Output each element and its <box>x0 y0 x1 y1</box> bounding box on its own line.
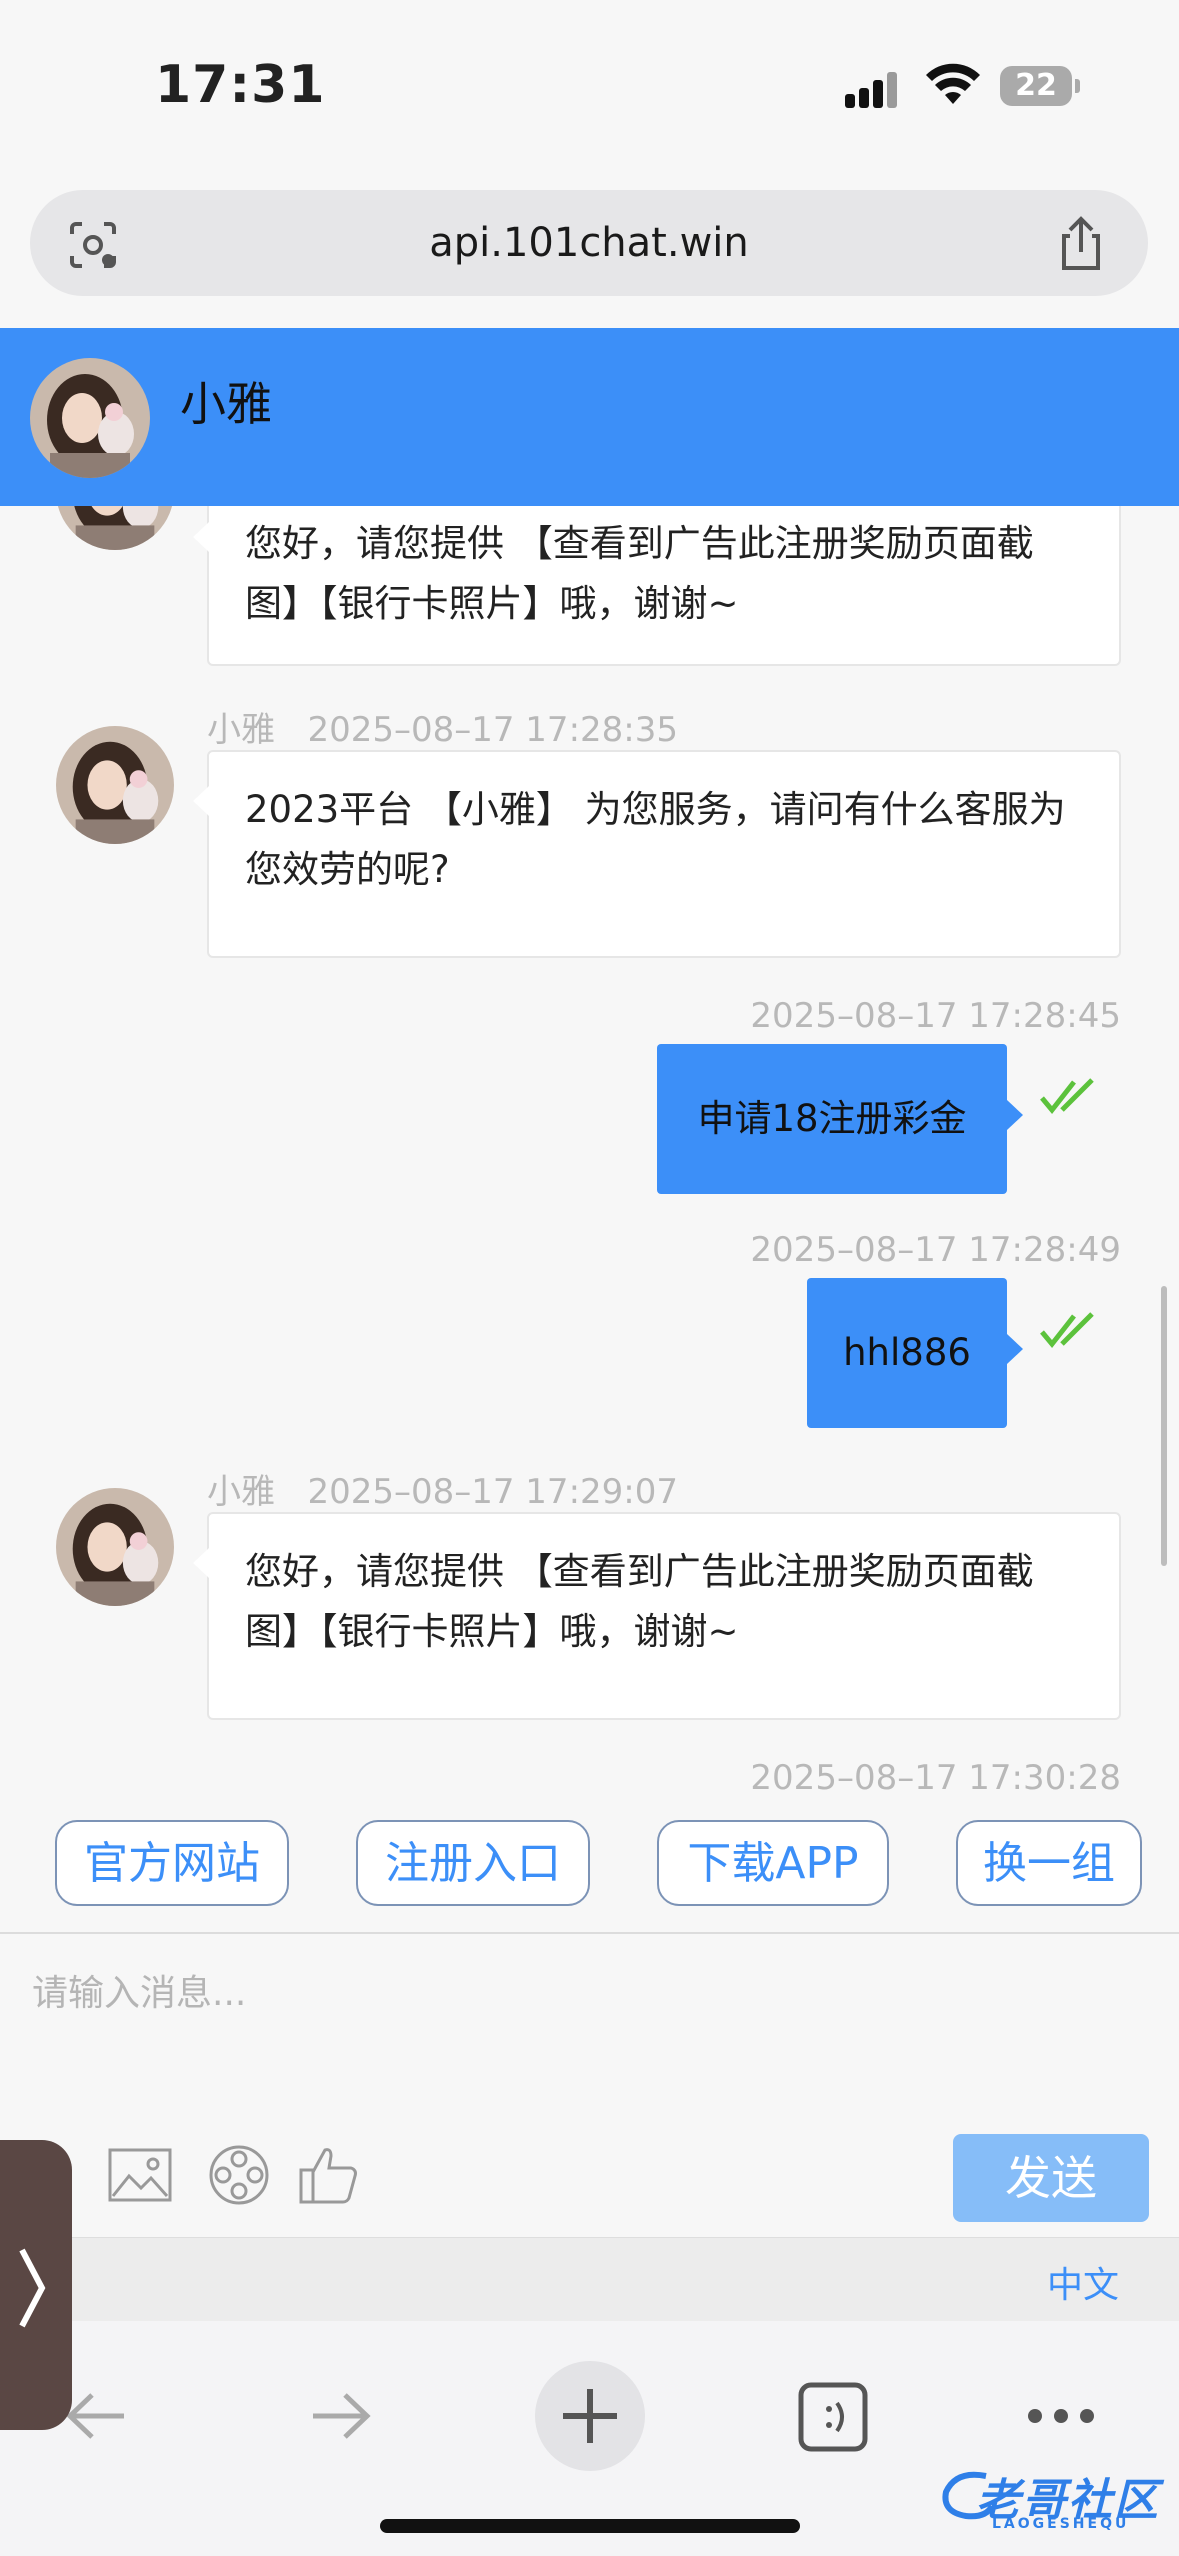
message-time: 2025–08–17 17:28:35 <box>307 710 679 750</box>
message-time: 2025–08–17 17:29:07 <box>307 1472 679 1512</box>
browser-url-bar[interactable]: api.101chat.win <box>30 190 1148 296</box>
read-check-icon <box>1040 1312 1094 1348</box>
new-tab-button[interactable] <box>535 2361 645 2471</box>
message-meta: 小雅 2025–08–17 17:29:07 <box>207 1464 678 1513</box>
message-text: 申请18注册彩金 <box>697 1097 967 1140</box>
back-icon[interactable] <box>62 2381 132 2451</box>
message-time: 2025–08–17 17:30:28 <box>750 1758 1121 1798</box>
chat-scrollbar[interactable] <box>1161 1286 1167 1566</box>
watermark-logo: 老哥社区 LAOGESHEQU <box>936 2456 1166 2536</box>
composer: 发送 <box>0 1932 1179 2239</box>
sender-name: 小雅 <box>207 710 275 750</box>
read-check-icon <box>1040 1078 1094 1114</box>
tabs-icon[interactable] <box>797 2381 869 2453</box>
message-bubble: 您好，请您提供 【查看到广告此注册奖励页面截图】【银行卡照片】哦，谢谢~ <box>193 506 1121 666</box>
message-bubble: 您好，请您提供 【查看到广告此注册奖励页面截图】【银行卡照片】哦，谢谢~ <box>193 1512 1121 1720</box>
register-button[interactable]: 注册入口 <box>356 1820 590 1906</box>
video-icon[interactable] <box>206 2144 272 2206</box>
message-meta: 小雅 2025–08–17 17:28:35 <box>207 702 678 751</box>
status-bar: 17:31 22 <box>0 0 1179 180</box>
url-text: api.101chat.win <box>429 220 749 266</box>
message-text: 您好，请您提供 【查看到广告此注册奖励页面截图】【银行卡照片】哦，谢谢~ <box>245 1550 1034 1653</box>
cellular-signal-icon <box>845 68 905 108</box>
message-text: 您好，请您提供 【查看到广告此注册奖励页面截图】【银行卡照片】哦，谢谢~ <box>245 522 1034 625</box>
status-time: 17:31 <box>155 55 326 115</box>
language-switch[interactable]: 中文 <box>1047 2256 1119 2308</box>
message-bubble-out: hhl886 <box>807 1278 1023 1428</box>
share-icon[interactable] <box>1056 216 1106 272</box>
image-icon[interactable] <box>107 2144 173 2206</box>
agent-avatar <box>56 1488 174 1606</box>
forward-icon[interactable] <box>305 2381 375 2451</box>
download-app-button[interactable]: 下载APP <box>657 1820 889 1906</box>
plus-icon <box>563 2389 617 2443</box>
message-time: 2025–08–17 17:28:49 <box>750 1230 1121 1270</box>
message-time: 2025–08–17 17:28:45 <box>750 996 1121 1036</box>
side-drawer-tab[interactable] <box>0 2140 72 2430</box>
sender-name: 小雅 <box>207 1472 275 1512</box>
agent-avatar <box>56 506 174 550</box>
message-input[interactable] <box>30 1962 1154 2024</box>
home-indicator[interactable] <box>380 2519 800 2533</box>
message-bubble-out: 申请18注册彩金 <box>657 1044 1023 1194</box>
agent-avatar <box>30 358 150 478</box>
message-text: hhl886 <box>843 1331 971 1374</box>
chat-message-list[interactable]: 您好，请您提供 【查看到广告此注册奖励页面截图】【银行卡照片】哦，谢谢~ 小雅 … <box>0 506 1179 1800</box>
language-bar: 中文 <box>0 2237 1179 2322</box>
official-site-button[interactable]: 官方网站 <box>55 1820 289 1906</box>
wifi-icon <box>926 63 980 104</box>
send-button[interactable]: 发送 <box>953 2134 1149 2222</box>
message-bubble: 2023平台 【小雅】 为您服务，请问有什么客服为您效劳的呢? <box>193 750 1121 958</box>
watermark-subtext: LAOGESHEQU <box>992 2516 1130 2532</box>
thumbs-up-icon[interactable] <box>297 2144 363 2206</box>
change-group-button[interactable]: 换一组 <box>956 1820 1142 1906</box>
more-icon[interactable] <box>1025 2401 1097 2431</box>
battery-icon: 22 <box>1000 66 1080 106</box>
agent-avatar <box>56 726 174 844</box>
message-text: 2023平台 【小雅】 为您服务，请问有什么客服为您效劳的呢? <box>245 788 1066 891</box>
quick-reply-row: 官方网站 注册入口 下载APP 换一组 <box>0 1800 1179 1932</box>
chat-header: 小雅 <box>0 328 1179 506</box>
agent-name: 小雅 <box>180 377 272 431</box>
chevron-right-icon <box>19 2248 46 2328</box>
